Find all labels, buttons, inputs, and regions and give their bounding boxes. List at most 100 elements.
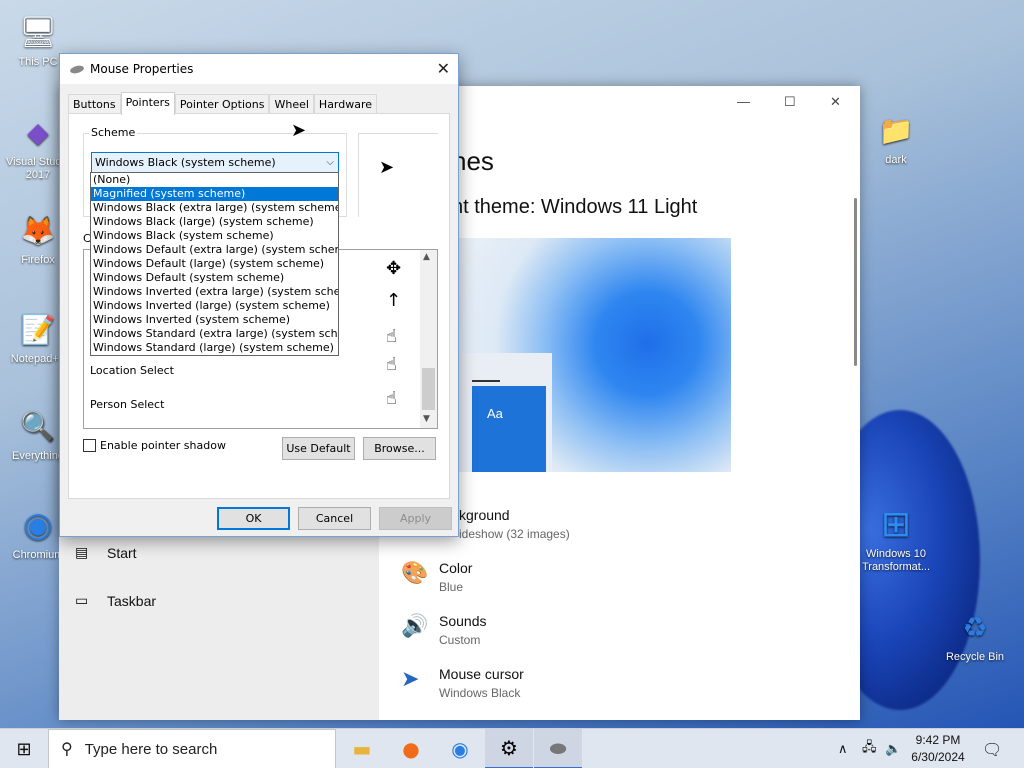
start-button[interactable]: ⊞: [0, 729, 48, 768]
visual-studio-icon: ◆: [27, 116, 49, 148]
search-app-icon: 🔍: [20, 410, 56, 442]
notepad-icon: 📝: [20, 313, 56, 345]
chevron-down-icon[interactable]: ⌵: [326, 153, 334, 172]
desktop-icon-windows10-transformation[interactable]: ⊞ Windows 10 Transformat...: [861, 502, 931, 574]
use-default-button[interactable]: Use Default: [282, 437, 355, 460]
windows-logo-icon: ⊞: [16, 738, 32, 760]
chromium-icon: ◉: [23, 506, 53, 544]
checkbox-icon[interactable]: [83, 439, 96, 452]
dialog-titlebar[interactable]: Mouse Properties ✕: [60, 54, 458, 84]
tab-hardware[interactable]: Hardware: [313, 94, 378, 114]
tab-buttons[interactable]: Buttons: [68, 94, 121, 114]
dialog-tabs: Buttons Pointers Pointer Options Wheel H…: [68, 92, 378, 115]
nav-item-start[interactable]: ▤ Start: [75, 544, 137, 561]
preview-pointer-icon: ➤: [379, 157, 395, 178]
list-item[interactable]: Person Select: [90, 398, 164, 411]
speaker-icon: 🔊: [401, 613, 429, 638]
browse-button[interactable]: Browse...: [363, 437, 436, 460]
list-item[interactable]: Windows Default (extra large) (system sc…: [91, 243, 338, 257]
firefox-icon: 🦊: [20, 214, 56, 246]
scroll-up-icon[interactable]: ▲: [423, 252, 430, 262]
taskbar: ⊞ ⚲ Type here to search ▬ ● ◉ ⚙ ⬬ ∧ 🖧 🔈 …: [0, 728, 1024, 768]
mouse-pointer-icon: ➤: [291, 120, 307, 141]
tray-overflow[interactable]: ∧: [838, 729, 848, 768]
list-item[interactable]: Windows Inverted (system scheme): [91, 313, 338, 327]
desktop-icon-recycle-bin[interactable]: ♻ Recycle Bin: [940, 605, 1010, 664]
taskbar-file-explorer[interactable]: ▬: [338, 729, 386, 768]
list-item[interactable]: Windows Black (system scheme): [91, 229, 338, 243]
minimize-icon[interactable]: —: [737, 94, 750, 109]
speaker-muted-icon: 🔈: [885, 741, 902, 757]
clock[interactable]: 9:42 PM 6/30/2024: [906, 732, 970, 766]
list-item[interactable]: Windows Default (system scheme): [91, 271, 338, 285]
theme-prop-color[interactable]: 🎨 Color Blue: [401, 560, 472, 594]
scheme-label: Scheme: [89, 126, 138, 139]
recycle-bin-icon: ♻: [962, 611, 988, 643]
cancel-button[interactable]: Cancel: [298, 507, 371, 530]
list-item[interactable]: Windows Inverted (extra large) (system s…: [91, 285, 338, 299]
list-item[interactable]: (None): [91, 173, 338, 187]
notification-button[interactable]: 🗨: [982, 729, 1002, 768]
tray-network[interactable]: 🖧: [862, 729, 877, 768]
chromium-icon: ◉: [451, 737, 469, 761]
theme-preview: Aa: [452, 238, 731, 472]
taskbar-chromium[interactable]: ◉: [436, 729, 484, 768]
tab-pointers[interactable]: Pointers: [120, 92, 175, 115]
list-item[interactable]: Windows Black (extra large) (system sche…: [91, 201, 338, 215]
list-item[interactable]: Location Select: [90, 364, 174, 377]
scroll-thumb[interactable]: [422, 368, 435, 410]
list-item[interactable]: Windows Inverted (large) (system scheme): [91, 299, 338, 313]
folder-icon: ▬: [352, 737, 372, 761]
search-box[interactable]: ⚲ Type here to search: [48, 729, 336, 768]
taskbar-settings[interactable]: ⚙: [485, 729, 533, 768]
list-item-selected[interactable]: Magnified (system scheme): [91, 187, 338, 201]
location-select-icon: ☝: [386, 354, 397, 375]
palette-icon: 🎨: [401, 560, 429, 585]
scroll-down-icon[interactable]: ▼: [423, 414, 430, 424]
pointer-shadow-checkbox[interactable]: Enable pointer shadow: [83, 439, 226, 452]
cursor-icon: ➤: [401, 666, 420, 691]
mouse-icon: ⬬: [549, 736, 567, 760]
alternate-select-icon: ↑: [386, 290, 402, 311]
person-select-icon: ☝: [386, 388, 397, 409]
close-icon[interactable]: ✕: [437, 59, 450, 78]
taskbar-firefox[interactable]: ●: [387, 729, 435, 768]
tab-pointer-options[interactable]: Pointer Options: [174, 94, 270, 114]
search-input[interactable]: Type here to search: [85, 741, 218, 758]
pointer-list-scrollbar[interactable]: ▲ ▼: [420, 250, 437, 428]
preview-line: [472, 380, 500, 382]
monitor-icon: 🖥: [18, 15, 58, 49]
mouse-icon: [69, 63, 85, 75]
dialog-title: Mouse Properties: [90, 62, 194, 76]
scheme-dropdown-list[interactable]: (None) Magnified (system scheme) Windows…: [90, 172, 339, 356]
chevron-up-icon: ∧: [838, 741, 848, 757]
nav-item-taskbar[interactable]: ▭ Taskbar: [75, 592, 156, 609]
settings-scrollbar[interactable]: [854, 198, 857, 366]
theme-prop-mouse-cursor[interactable]: ➤ Mouse cursor Windows Black: [401, 666, 524, 700]
taskbar-icon: ▭: [75, 592, 89, 608]
list-item[interactable]: Windows Default (large) (system scheme): [91, 257, 338, 271]
list-item[interactable]: Windows Black (large) (system scheme): [91, 215, 338, 229]
list-item[interactable]: Windows Standard (extra large) (system s…: [91, 327, 338, 341]
windows-logo-icon: ⊞: [880, 503, 912, 544]
notification-icon: 🗨: [982, 739, 1003, 759]
tray-volume[interactable]: 🔈: [885, 729, 901, 768]
link-select-icon: ☝: [386, 326, 397, 347]
tab-wheel[interactable]: Wheel: [269, 94, 314, 114]
firefox-icon: ●: [402, 737, 420, 761]
move-cursor-icon: ✥: [386, 258, 402, 279]
gear-icon: ⚙: [500, 736, 518, 760]
search-icon: ⚲: [61, 741, 73, 758]
maximize-icon[interactable]: ☐: [784, 94, 796, 110]
apply-button[interactable]: Apply: [379, 507, 452, 530]
close-icon[interactable]: ✕: [830, 94, 841, 110]
scheme-combobox[interactable]: Windows Black (system scheme) ⌵: [91, 152, 339, 173]
desktop-icon-dark-folder[interactable]: 📁 dark: [861, 108, 931, 167]
folder-icon: 📁: [878, 114, 914, 146]
ok-button[interactable]: OK: [217, 507, 290, 530]
theme-prop-sounds[interactable]: 🔊 Sounds Custom: [401, 613, 486, 647]
taskbar-mouse-properties[interactable]: ⬬: [534, 729, 582, 768]
start-layout-icon: ▤: [75, 544, 89, 560]
pointer-preview-box: [358, 133, 438, 217]
list-item[interactable]: Windows Standard (large) (system scheme): [91, 341, 338, 355]
